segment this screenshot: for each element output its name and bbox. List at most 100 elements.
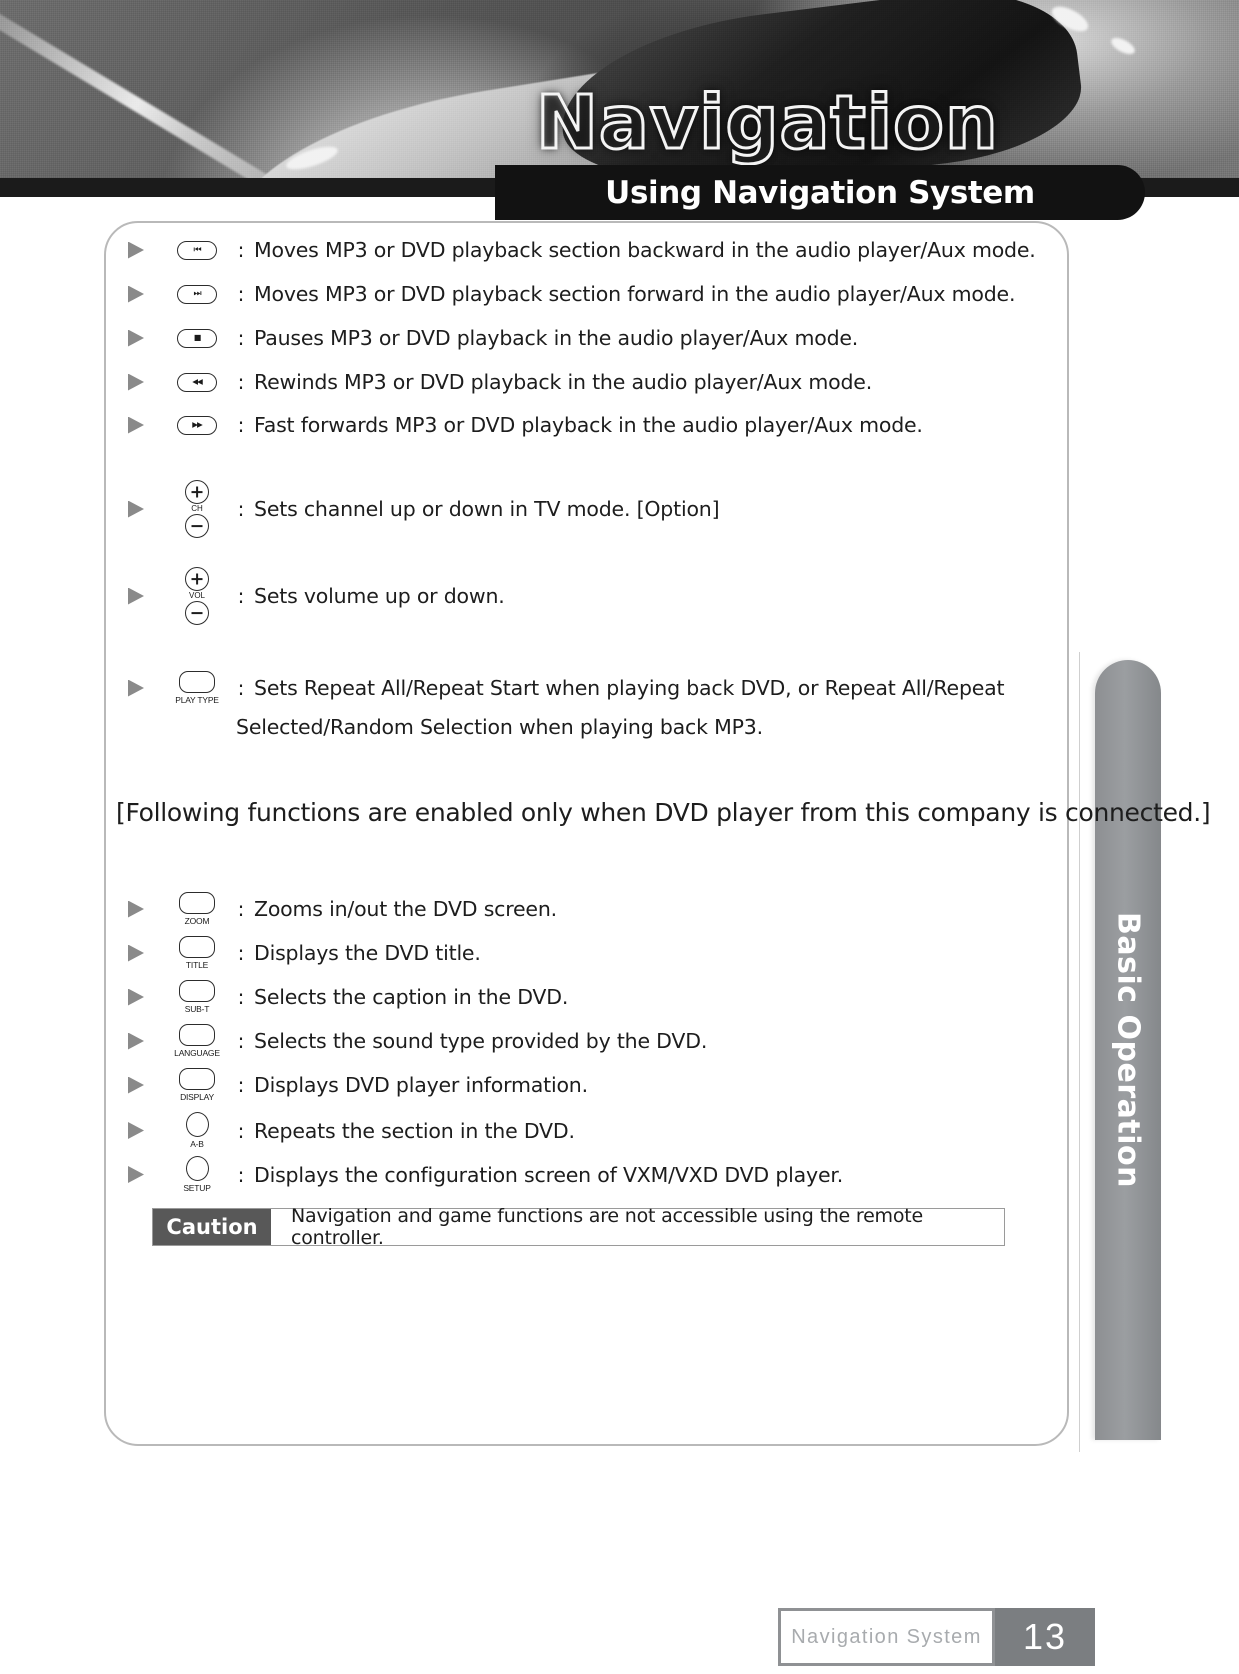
side-tab-label: Basic Operation	[1110, 912, 1146, 1188]
subtitle-key-label: SUB-T	[184, 1004, 210, 1014]
row-colon: :	[237, 370, 245, 394]
list-item: ZOOM : Zooms in/out the DVD screen.	[128, 892, 557, 926]
bullet-arrow-icon	[128, 416, 144, 434]
list-item-text: Selects the sound type provided by the D…	[254, 1029, 708, 1053]
fast-forward-glyph: ▶▶	[192, 420, 203, 430]
ab-repeat-key-label: A-B	[190, 1139, 204, 1149]
pause-stop-icon[interactable]: ■	[166, 328, 228, 348]
bullet-arrow-icon	[128, 900, 144, 918]
list-item: PLAY TYPE : Sets Repeat All/Repeat Start…	[128, 671, 1005, 705]
play-type-button-icon[interactable]: PLAY TYPE	[166, 671, 228, 705]
bullet-arrow-icon	[128, 241, 144, 259]
bullet-arrow-icon	[128, 500, 144, 518]
list-item: ▶▶ : Fast forwards MP3 or DVD playback i…	[128, 413, 923, 437]
list-item-text: Selects the caption in the DVD.	[254, 985, 569, 1009]
channel-down-icon[interactable]	[185, 514, 209, 538]
list-item-text: Sets volume up or down.	[254, 584, 505, 608]
row-colon: :	[237, 1118, 245, 1143]
list-item: SETUP : Displays the configuration scree…	[128, 1156, 843, 1193]
row-colon: :	[237, 1162, 245, 1187]
bullet-arrow-icon	[128, 1166, 144, 1183]
next-track-glyph: ⏭	[193, 288, 201, 299]
manual-name-box: Navigation System	[778, 1608, 995, 1666]
caution-text: Navigation and game functions are not ac…	[291, 1205, 924, 1249]
title-key-shape	[179, 936, 215, 958]
language-button-icon[interactable]: LANGUAGE	[166, 1024, 228, 1058]
next-track-icon[interactable]: ⏭	[166, 284, 228, 304]
list-item: CH : Sets channel up or down in TV mode.…	[128, 480, 720, 538]
list-item-text: Displays the DVD title.	[254, 941, 481, 965]
list-item: DISPLAY : Displays DVD player informatio…	[128, 1068, 588, 1102]
volume-up-icon[interactable]	[185, 567, 209, 591]
list-item-text: Sets channel up or down in TV mode. [Opt…	[254, 497, 720, 521]
bullet-arrow-icon	[128, 1122, 144, 1139]
subtitle-button-icon[interactable]: SUB-T	[166, 980, 228, 1014]
page-title: Using Navigation System	[605, 174, 1035, 211]
row-colon: :	[237, 1029, 245, 1053]
volume-updown-icon[interactable]: VOL	[166, 567, 228, 625]
zoom-key-shape	[179, 892, 215, 914]
list-item: ◀◀ : Rewinds MP3 or DVD playback in the …	[128, 370, 872, 394]
bullet-arrow-icon	[128, 1032, 144, 1050]
list-item: A-B : Repeats the section in the DVD.	[128, 1112, 575, 1149]
subtitle-key-shape	[179, 980, 215, 1002]
bullet-arrow-icon	[128, 587, 144, 605]
content-panel	[104, 221, 1069, 1446]
prev-track-icon[interactable]: ⏮	[166, 240, 228, 260]
channel-up-icon[interactable]	[185, 480, 209, 504]
play-type-key-shape	[179, 671, 215, 693]
zoom-button-icon[interactable]: ZOOM	[166, 892, 228, 926]
list-item-text: Fast forwards MP3 or DVD playback in the…	[254, 413, 923, 437]
rewind-icon[interactable]: ◀◀	[166, 372, 228, 392]
volume-key-label: VOL	[188, 591, 205, 600]
play-type-key-label: PLAY TYPE	[175, 695, 219, 705]
setup-key-label: SETUP	[183, 1183, 211, 1193]
title-button-icon[interactable]: TITLE	[166, 936, 228, 970]
display-key-label: DISPLAY	[180, 1092, 214, 1102]
list-item-text: Pauses MP3 or DVD playback in the audio …	[254, 326, 859, 350]
prev-track-glyph: ⏮	[193, 244, 201, 255]
row-colon: :	[237, 1073, 245, 1097]
language-key-shape	[179, 1024, 215, 1046]
title-key-label: TITLE	[185, 960, 209, 970]
bullet-arrow-icon	[128, 285, 144, 303]
bullet-arrow-icon	[128, 329, 144, 347]
rewind-glyph: ◀◀	[192, 377, 203, 387]
list-item-text: Moves MP3 or DVD playback section backwa…	[254, 238, 1036, 262]
list-item: ⏭ : Moves MP3 or DVD playback section fo…	[128, 282, 1015, 306]
list-item-text: Moves MP3 or DVD playback section forwar…	[254, 282, 1016, 306]
display-button-icon[interactable]: DISPLAY	[166, 1068, 228, 1102]
list-item: LANGUAGE : Selects the sound type provid…	[128, 1024, 707, 1058]
setup-key-shape	[185, 1156, 209, 1181]
page-number-box: 13	[995, 1608, 1095, 1666]
list-item: VOL : Sets volume up or down.	[128, 567, 505, 625]
fast-forward-icon[interactable]: ▶▶	[166, 415, 228, 435]
ab-repeat-button-icon[interactable]: A-B	[166, 1112, 228, 1149]
row-colon: :	[237, 282, 245, 306]
volume-down-icon[interactable]	[185, 601, 209, 625]
caution-label: Caution	[153, 1209, 271, 1245]
ab-repeat-key-shape	[185, 1112, 209, 1137]
setup-button-icon[interactable]: SETUP	[166, 1156, 228, 1193]
zoom-key-label: ZOOM	[184, 916, 210, 926]
row-colon: :	[237, 676, 245, 700]
bullet-arrow-icon	[128, 679, 144, 697]
play-type-text-line2: Selected/Random Selection when playing b…	[236, 715, 763, 739]
side-divider-rule	[1079, 652, 1080, 1452]
bullet-arrow-icon	[128, 944, 144, 962]
row-colon: :	[237, 238, 245, 262]
pause-stop-glyph: ■	[193, 333, 202, 342]
row-colon: :	[237, 985, 245, 1009]
channel-updown-icon[interactable]: CH	[166, 480, 228, 538]
channel-key-label: CH	[191, 504, 203, 513]
language-key-label: LANGUAGE	[174, 1048, 220, 1058]
row-colon: :	[237, 897, 245, 921]
row-colon: :	[237, 584, 245, 608]
list-item: ⏮ : Moves MP3 or DVD playback section ba…	[128, 238, 1036, 262]
page-footer: Navigation System 13	[778, 1608, 1095, 1666]
list-item-text: Rewinds MP3 or DVD playback in the audio…	[254, 370, 873, 394]
display-key-shape	[179, 1068, 215, 1090]
bracket-heading: [Following functions are enabled only wh…	[116, 798, 1211, 827]
side-tab-basic-operation[interactable]: Basic Operation	[1095, 660, 1161, 1440]
list-item: TITLE : Displays the DVD title.	[128, 936, 481, 970]
